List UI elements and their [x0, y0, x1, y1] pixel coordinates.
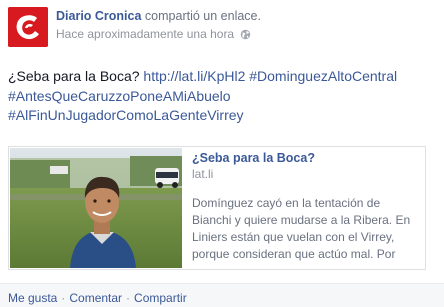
- post-header: Diario Cronica compartió un enlace.: [56, 9, 261, 23]
- attachment-domain: lat.li: [192, 167, 214, 181]
- separator: ·: [126, 291, 131, 305]
- attachment-thumbnail[interactable]: [10, 148, 182, 268]
- post-message: ¿Seba para la Boca? http://lat.li/KpHl2 …: [8, 67, 438, 126]
- page-avatar[interactable]: [8, 7, 48, 47]
- page-name-link[interactable]: Diario Cronica: [56, 9, 141, 23]
- post-message-text: ¿Seba para la Boca?: [8, 68, 140, 84]
- hashtag-link[interactable]: #AlFinUnJugadorComoLaGenteVirrey: [8, 107, 244, 123]
- separator: ·: [61, 291, 66, 305]
- hashtag-link[interactable]: #AntesQueCaruzzoPoneAMiAbuelo: [8, 88, 231, 104]
- post-actions: Me gusta · Comentar · Compartir: [8, 291, 187, 305]
- shared-text: compartió un: [144, 9, 218, 23]
- share-button[interactable]: Compartir: [134, 291, 187, 305]
- post-meta: Hace aproximadamente una hora: [56, 27, 251, 43]
- comment-button[interactable]: Comentar: [69, 291, 122, 305]
- post-url-link[interactable]: http://lat.li/KpHl2: [143, 68, 245, 84]
- attachment-title[interactable]: ¿Seba para la Boca?: [192, 151, 315, 165]
- like-button[interactable]: Me gusta: [8, 291, 57, 305]
- post-timestamp[interactable]: Hace aproximadamente una hora: [56, 27, 234, 41]
- shared-link-text[interactable]: enlace.: [221, 9, 261, 23]
- attachment-description: Domínguez cayó en la tentación de Bianch…: [192, 196, 411, 261]
- facebook-post: Diario Cronica compartió un enlace. Hace…: [0, 0, 444, 307]
- hashtag-link[interactable]: #DominguezAltoCentral: [249, 68, 397, 84]
- link-attachment[interactable]: ¿Seba para la Boca? lat.li Domínguez cay…: [8, 146, 426, 270]
- cronica-logo-icon: [8, 7, 48, 47]
- globe-icon[interactable]: [240, 29, 251, 43]
